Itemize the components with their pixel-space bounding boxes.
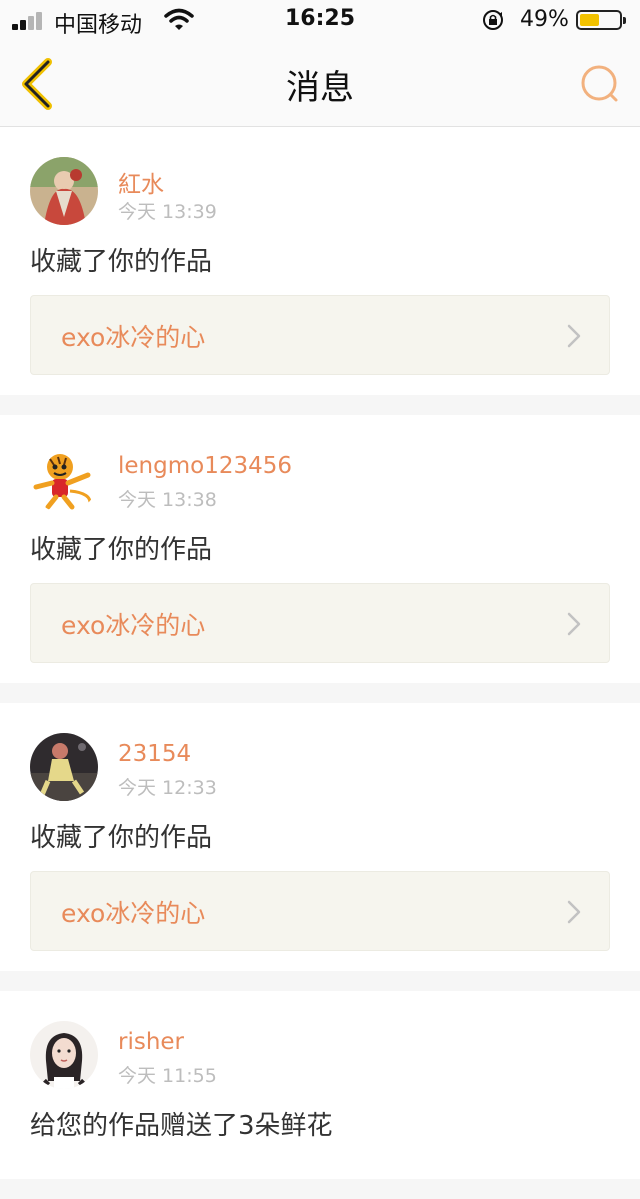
battery-icon: [576, 10, 626, 30]
search-icon[interactable]: [576, 60, 624, 108]
back-chevron-icon[interactable]: [16, 56, 60, 112]
message-card: risher 今天 11:55 给您的作品赠送了3朵鲜花: [0, 991, 640, 1179]
rotation-lock-icon: [483, 10, 503, 30]
chevron-right-icon: [567, 612, 581, 636]
chevron-right-icon: [567, 324, 581, 348]
timestamp: 今天 11:55: [118, 1065, 217, 1087]
message-card: 23154 今天 12:33 收藏了你的作品 exo冰冷的心: [0, 703, 640, 971]
username[interactable]: 紅水: [118, 165, 164, 199]
work-link[interactable]: exo冰冷的心: [30, 871, 610, 951]
avatar[interactable]: [30, 157, 98, 225]
avatar[interactable]: [30, 733, 98, 801]
navigation-bar: 消息: [0, 40, 640, 127]
timestamp: 今天 12:33: [118, 777, 217, 799]
work-title: exo冰冷的心: [61, 899, 206, 928]
work-link[interactable]: exo冰冷的心: [30, 295, 610, 375]
battery-percent: 49%: [520, 7, 569, 32]
page-title: 消息: [286, 68, 354, 108]
action-text: 收藏了你的作品: [30, 535, 213, 565]
avatar[interactable]: [30, 1021, 98, 1089]
battery-fill: [580, 14, 599, 26]
action-text: 收藏了你的作品: [30, 823, 213, 853]
timestamp: 今天 13:38: [118, 489, 217, 511]
action-text: 给您的作品赠送了3朵鲜花: [30, 1111, 333, 1141]
message-card: 紅水 今天 13:39 收藏了你的作品 exo冰冷的心: [0, 127, 640, 395]
username[interactable]: risher: [118, 1029, 184, 1055]
work-title: exo冰冷的心: [61, 611, 206, 640]
status-bar: 中国移动 16:25 49%: [0, 0, 640, 40]
work-title: exo冰冷的心: [61, 323, 206, 352]
message-card: lengmo123456 今天 13:38 收藏了你的作品 exo冰冷的心: [0, 415, 640, 683]
timestamp: 今天 13:39: [118, 201, 217, 223]
action-text: 收藏了你的作品: [30, 247, 213, 277]
username[interactable]: 23154: [118, 741, 191, 767]
avatar[interactable]: [30, 445, 98, 513]
username[interactable]: lengmo123456: [118, 453, 292, 479]
work-link[interactable]: exo冰冷的心: [30, 583, 610, 663]
message-list: 紅水 今天 13:39 收藏了你的作品 exo冰冷的心 lengmo123456…: [0, 127, 640, 1199]
chevron-right-icon: [567, 900, 581, 924]
